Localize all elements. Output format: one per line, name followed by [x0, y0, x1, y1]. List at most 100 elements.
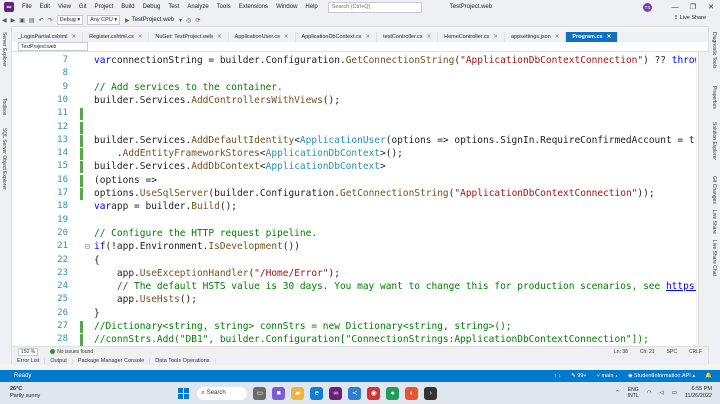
close-tab-icon[interactable]: ✕	[607, 34, 612, 40]
solution-explorer-tab[interactable]: Solution Explorer	[711, 122, 717, 160]
menu-item-build[interactable]: Build	[117, 4, 138, 10]
tray-chevron-icon[interactable]: ⌃	[615, 390, 620, 396]
code-line[interactable]: 18 varapp = builder.Build();	[12, 200, 696, 213]
restore-icon[interactable]: ❐	[684, 3, 702, 11]
live-share-tab[interactable]: Live Share	[711, 210, 717, 234]
document-tab[interactable]: ApplicationUser.cs ✕	[229, 32, 296, 42]
menu-item-extensions[interactable]: Extensions	[235, 4, 272, 10]
code-line[interactable]: 10 builder.Services.AddControllersWithVie…	[12, 94, 696, 107]
document-tab[interactable]: Program.cs ✕	[566, 32, 619, 42]
git-changes-tab[interactable]: Git Changes	[711, 176, 717, 204]
close-tab-icon[interactable]: ✕	[217, 34, 222, 40]
data-tools-operations-tab[interactable]: Data Tools Operations	[150, 357, 216, 364]
git-branch[interactable]: ⑂ main ▴	[597, 373, 619, 379]
diagnostic-tools-tab[interactable]: Diagnostic Tools	[711, 32, 717, 68]
code-line[interactable]: 23 app.UseExceptionHandler("/Home/Error"…	[12, 267, 696, 280]
close-tab-icon[interactable]: ✕	[555, 34, 560, 40]
live-share-button[interactable]: ⇪ Live Share	[674, 15, 706, 21]
package-manager-console-tab[interactable]: Package Manager Console	[73, 357, 151, 364]
volume-icon[interactable]: ◁	[659, 390, 663, 396]
taskbar-search[interactable]: ⌕ Search	[197, 386, 248, 400]
code-line[interactable]: 15 builder.Services.AddDbContext<Applicat…	[12, 160, 696, 174]
teams-icon[interactable]: ■	[272, 386, 286, 400]
code-line[interactable]: 22 {	[12, 254, 696, 267]
close-tab-icon[interactable]: ✕	[284, 34, 289, 40]
clock[interactable]: 6:55 PM 11/26/2022	[685, 386, 712, 400]
save-icon[interactable]: ▤	[27, 17, 37, 24]
menu-item-test[interactable]: Test	[164, 4, 183, 10]
code-line[interactable]: 14 .AddEntityFrameworkStores<Application…	[12, 147, 696, 161]
code-line[interactable]: 7 varconnectionString = builder.Configura…	[12, 54, 696, 67]
weather-widget[interactable]: 26°C Partly sunny	[10, 386, 40, 400]
document-tab[interactable]: NuGet: TestProject.web ✕	[149, 32, 229, 42]
code-line[interactable]: 21 ⊟ if(!app.Environment.IsDevelopment())	[12, 240, 696, 253]
code-line[interactable]: 9 // Add services to the container.	[12, 81, 696, 94]
close-tab-icon[interactable]: ✕	[138, 34, 143, 40]
wifi-icon[interactable]: ◠	[647, 390, 652, 396]
output-tab[interactable]: Output	[45, 357, 73, 364]
sql-server-explorer-tab[interactable]: SQL Server Object Explorer	[1, 128, 7, 190]
code-line[interactable]: 19	[12, 214, 696, 227]
redo-icon[interactable]: ↷	[46, 17, 55, 24]
edge-icon[interactable]: e	[310, 386, 324, 400]
menu-item-analyze[interactable]: Analyze	[183, 4, 212, 10]
menu-item-window[interactable]: Window	[272, 4, 301, 10]
code-line[interactable]: 27 //Dictionary<string, string> connStrs …	[12, 320, 696, 333]
menu-item-file[interactable]: File	[18, 4, 36, 10]
notifications-icon[interactable]: 🔔	[705, 373, 712, 379]
minimize-icon[interactable]: —	[666, 4, 684, 11]
zoom-level[interactable]: 150 %	[18, 347, 39, 356]
close-icon[interactable]: ✕	[702, 3, 720, 11]
chrome-icon[interactable]: ●	[386, 386, 400, 400]
code-line[interactable]: 20 // Configure the HTTP request pipeline…	[12, 227, 696, 240]
file-explorer-icon[interactable]: ▰	[291, 386, 305, 400]
document-tab[interactable]: HomeController.cs ✕	[438, 32, 505, 42]
config-select[interactable]: Debug ▾	[56, 15, 84, 25]
document-tab[interactable]: ApplicationDbContext.cs ✕	[296, 32, 378, 42]
code-line[interactable]: 25 app.UseHsts();	[12, 293, 696, 306]
close-tab-icon[interactable]: ✕	[365, 34, 370, 40]
forward-icon[interactable]: ▶	[9, 17, 18, 24]
menu-item-tools[interactable]: Tools	[213, 4, 235, 10]
undo-icon[interactable]: ↶	[37, 17, 46, 24]
toolbox-tab[interactable]: Toolbox	[1, 98, 7, 115]
browser-icon[interactable]: ◎	[184, 17, 193, 24]
code-line[interactable]: 28 //connStrs.Add("DB1", builder.Configur…	[12, 333, 696, 346]
line-ending[interactable]: CRLF	[689, 349, 702, 355]
error-list-tab[interactable]: Error List	[12, 357, 46, 364]
platform-select[interactable]: Any CPU ▾	[87, 15, 121, 25]
language-indicator[interactable]: ENG INTL	[628, 387, 639, 399]
run-button[interactable]: ▶ TestProject.web	[125, 17, 174, 24]
task-view-icon[interactable]: ▭	[253, 386, 267, 400]
windows-start-icon[interactable]	[178, 387, 190, 399]
code-editor[interactable]: 7 varconnectionString = builder.Configura…	[12, 52, 696, 346]
code-line[interactable]: 17 options.UseSqlServer(builder.Configura…	[12, 187, 696, 200]
postman-icon[interactable]: ◐	[405, 386, 419, 400]
battery-icon[interactable]: ▭	[672, 390, 677, 396]
git-changes-count[interactable]: ✎ 99+	[571, 373, 586, 379]
close-tab-icon[interactable]: ✕	[427, 34, 432, 40]
code-line[interactable]: 13 builder.Services.AddDefaultIdentity<Ap…	[12, 134, 696, 147]
terminal-icon[interactable]: ›	[424, 386, 438, 400]
project-dropdown[interactable]: TestProject.web	[18, 42, 88, 51]
active-project[interactable]: ◆ StudentInformation.API ▴	[628, 373, 695, 379]
search-input[interactable]: Search (Ctrl+Q)	[327, 1, 422, 13]
editor-vertical-scrollbar[interactable]	[698, 52, 709, 346]
db-tool-icon[interactable]: ◉	[367, 386, 381, 400]
document-tab[interactable]: Register.cshtml.cs ✕	[83, 32, 150, 42]
properties-tab[interactable]: Properties	[711, 86, 717, 109]
menu-item-help[interactable]: Help	[301, 4, 321, 10]
document-tab[interactable]: _LoginPartial.cshtml ✕	[12, 32, 84, 42]
code-line[interactable]: 8	[12, 67, 696, 80]
visual-studio-icon[interactable]: ∞	[329, 386, 343, 400]
menu-item-debug[interactable]: Debug	[139, 4, 165, 10]
menu-item-project[interactable]: Project	[91, 4, 118, 10]
document-tab[interactable]: testController.cs ✕	[377, 32, 439, 42]
code-line[interactable]: 26}	[12, 307, 696, 320]
new-file-icon[interactable]: ▣	[17, 17, 27, 24]
back-icon[interactable]: ◀	[0, 17, 9, 24]
avatar[interactable]: TS	[643, 2, 652, 12]
whitespace-mode[interactable]: SPC	[667, 349, 677, 355]
vscode-icon[interactable]: ≺	[348, 386, 362, 400]
run-dropdown-icon[interactable]: ▾	[177, 17, 184, 24]
